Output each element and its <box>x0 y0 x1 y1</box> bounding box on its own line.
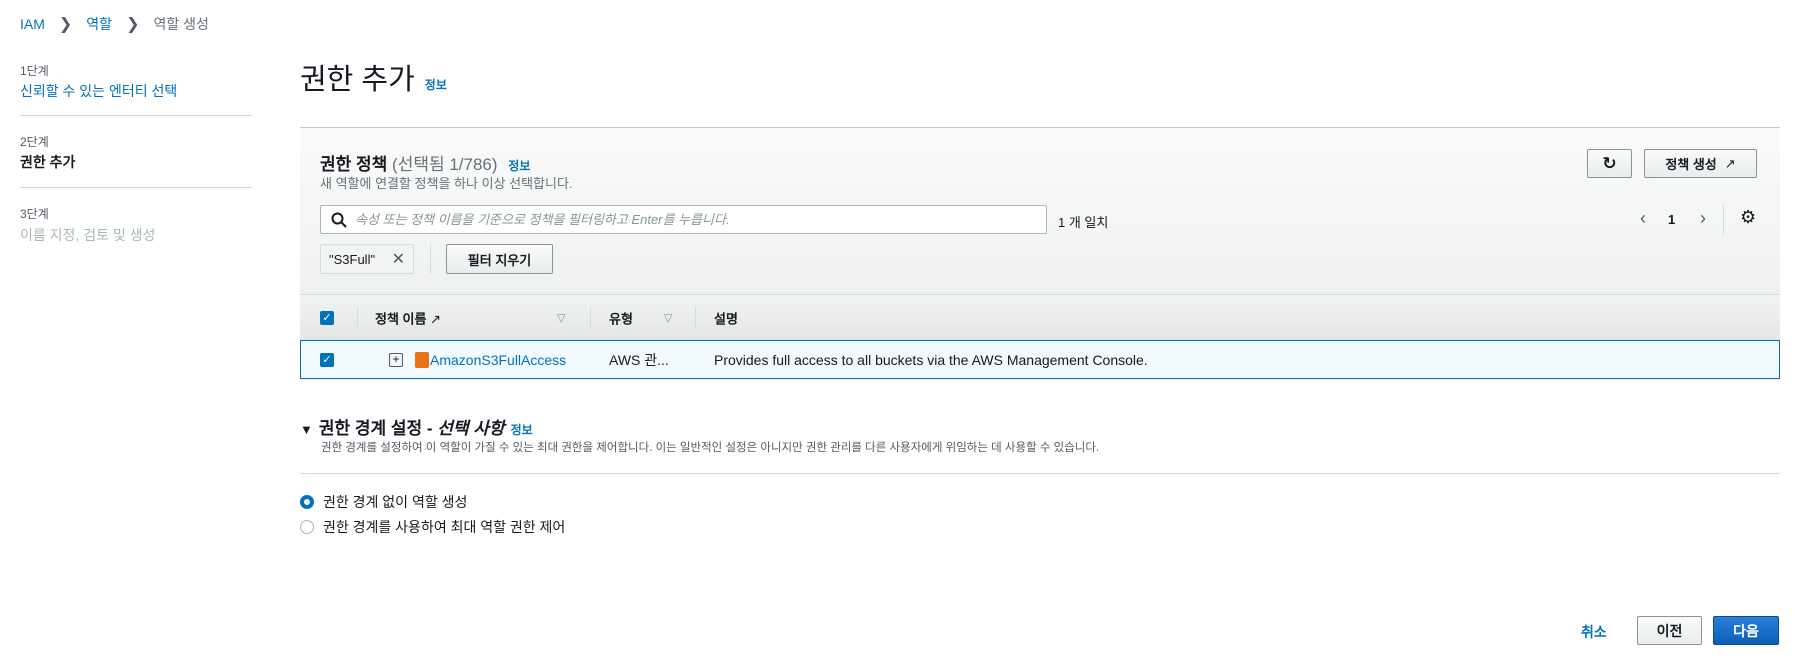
divider <box>20 187 252 188</box>
step-1-link[interactable]: 신뢰할 수 있는 엔터티 선택 <box>20 81 177 101</box>
info-link[interactable]: 정보 <box>425 76 447 93</box>
chevron-right-icon: ❯ <box>58 16 73 33</box>
next-button[interactable]: 다음 <box>1713 616 1779 645</box>
search-input[interactable] <box>355 212 1046 227</box>
breadcrumb-current: 역할 생성 <box>153 16 209 32</box>
table-header: ✓ 정책 이름 ↗ ▽ 유형 ▽ 설명 <box>300 294 1780 340</box>
match-count: 1 개 일치 <box>1058 215 1109 230</box>
boundary-section-header[interactable]: ▼ 권한 경계 설정 - 선택 사항 정보 <box>300 414 533 439</box>
step-3-number: 3단계 <box>20 207 49 221</box>
step-3-label: 이름 지정, 검토 및 생성 <box>20 227 156 243</box>
column-type[interactable]: 유형 <box>609 308 633 327</box>
policy-name-link[interactable]: AmazonS3FullAccess <box>430 352 566 368</box>
external-link-icon: ↗ <box>430 311 441 326</box>
page-title: 권한 추가 정보 <box>300 56 447 98</box>
create-policy-label: 정책 생성 <box>1665 157 1717 172</box>
divider <box>1723 205 1724 235</box>
policy-type: AWS 관... <box>609 351 669 368</box>
clear-filters-button[interactable]: 필터 지우기 <box>446 244 553 274</box>
breadcrumb-roles[interactable]: 역할 <box>86 14 112 34</box>
row-checkbox[interactable]: ✓ <box>320 352 334 367</box>
info-link[interactable]: 정보 <box>511 421 533 438</box>
refresh-button[interactable]: ↻ <box>1587 149 1632 178</box>
step-1-number: 1단계 <box>20 64 49 78</box>
external-link-icon: ↗ <box>1724 155 1736 171</box>
panel-header: 권한 정책 (선택됨 1/786) 정보 <box>320 150 530 175</box>
panel-title: 권한 정책 <box>320 155 388 174</box>
boundary-description: 권한 경계를 설정하여 이 역할이 가질 수 있는 최대 권한을 제어합니다. … <box>321 442 1100 454</box>
divider <box>695 307 696 329</box>
divider <box>20 115 252 116</box>
radio-button[interactable] <box>300 520 314 534</box>
search-icon <box>331 212 347 228</box>
refresh-icon: ↻ <box>1602 153 1617 173</box>
radio-no-boundary[interactable]: 권한 경계 없이 역할 생성 <box>300 492 467 512</box>
boundary-title-optional: 선택 사항 <box>437 419 505 438</box>
divider <box>357 307 358 329</box>
divider <box>300 473 1780 474</box>
radio-use-boundary[interactable]: 권한 경계를 사용하여 최대 역할 권한 제어 <box>300 517 565 537</box>
info-link[interactable]: 정보 <box>508 159 530 173</box>
selected-count: (선택됨 1/786) <box>392 155 498 174</box>
create-policy-button[interactable]: 정책 생성 ↗ <box>1644 149 1757 178</box>
filter-chip: "S3Full" ✕ <box>320 244 414 274</box>
column-policy-name[interactable]: 정책 이름 ↗ <box>375 308 441 327</box>
panel-subtitle: 새 역할에 연결할 정책을 하나 이상 선택합니다. <box>320 176 573 191</box>
step-2-number: 2단계 <box>20 135 49 149</box>
divider <box>590 307 591 329</box>
filter-chip-label: "S3Full" <box>329 251 376 267</box>
boundary-title: 권한 경계 설정 - <box>318 419 438 438</box>
sort-down-icon[interactable]: ▽ <box>664 311 672 324</box>
select-all-checkbox[interactable]: ✓ <box>320 310 334 325</box>
policy-search[interactable] <box>320 205 1047 234</box>
chevron-right-icon: ❯ <box>126 16 140 33</box>
cancel-button[interactable]: 취소 <box>1581 622 1607 642</box>
next-page-icon[interactable]: › <box>1700 208 1706 229</box>
prev-page-icon[interactable]: ‹ <box>1640 208 1646 229</box>
radio-label: 권한 경계 없이 역할 생성 <box>323 494 468 510</box>
policy-description: Provides full access to all buckets via … <box>714 351 1148 368</box>
close-icon[interactable]: ✕ <box>392 249 405 269</box>
breadcrumb-iam[interactable]: IAM <box>20 16 45 32</box>
column-label: 정책 이름 <box>375 311 427 326</box>
divider <box>430 244 431 274</box>
column-description: 설명 <box>714 311 738 326</box>
page-title-text: 권한 추가 <box>300 64 415 96</box>
expand-icon[interactable]: + <box>389 352 403 367</box>
sort-down-icon[interactable]: ▽ <box>557 311 565 324</box>
radio-button[interactable] <box>300 495 314 509</box>
step-2-current: 권한 추가 <box>20 154 76 170</box>
aws-managed-cube-icon <box>415 351 429 368</box>
previous-button[interactable]: 이전 <box>1637 616 1702 645</box>
table-row[interactable]: ✓ + AmazonS3FullAccess AWS 관... Provides… <box>300 340 1780 379</box>
current-page[interactable]: 1 <box>1668 212 1675 227</box>
settings-gear-icon[interactable]: ⚙ <box>1740 207 1756 228</box>
radio-label: 권한 경계를 사용하여 최대 역할 권한 제어 <box>323 519 566 535</box>
breadcrumb: IAM ❯ 역할 ❯ 역할 생성 <box>20 14 209 34</box>
caret-down-icon: ▼ <box>300 422 313 437</box>
